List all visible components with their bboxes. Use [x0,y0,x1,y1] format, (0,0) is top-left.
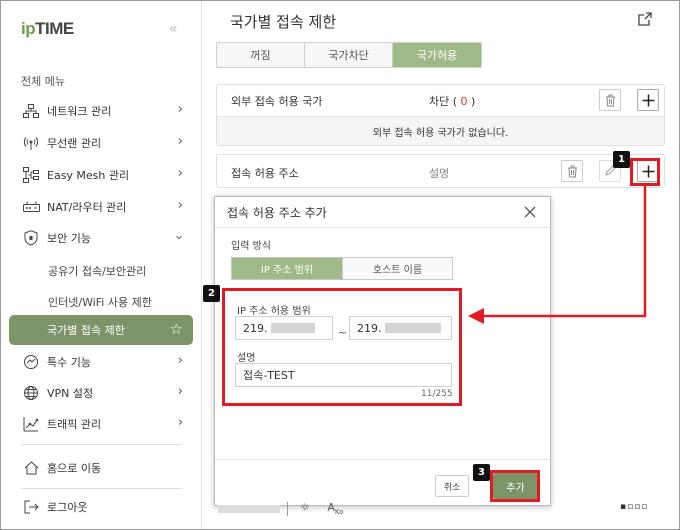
page-title: 국가별 접속 제한 [230,13,337,31]
sidebar-item-vpn[interactable]: VPN 설정 › [9,379,193,407]
mesh-icon [21,166,41,184]
home-label: 홈으로 이동 [47,462,102,475]
sidebar-item-label: 무선랜 관리 [47,137,102,150]
wireless-icon [21,134,41,152]
allowed-countries-panel: 외부 접속 허용 국가 차단 ( 0 ) 외부 접속 허용 국가가 없습니다. [216,84,665,146]
home-icon [21,459,41,477]
allowed-countries-label: 외부 접속 허용 국가 [231,94,323,108]
chevron-down-icon: › [170,234,186,241]
dialog-footer-divider [215,459,550,460]
sidebar-item-easymesh[interactable]: Easy Mesh 관리 › [9,161,193,189]
traffic-icon [21,415,41,433]
vpn-icon [21,384,41,402]
sidebar-item-label: 트래픽 관리 [47,418,102,431]
blocked-count: 0 [460,94,468,108]
divider [287,502,288,516]
sidebar-item-label: VPN 설정 [47,387,94,400]
step-badge-3: 3 [473,464,490,481]
step-badge-2: 2 [203,285,220,302]
cancel-button[interactable]: 취소 [435,475,469,497]
chevron-right-icon: › [177,198,183,213]
sidebar-subitem-router-access[interactable]: 공유기 접속/보안관리 [48,263,146,279]
router-icon [21,198,41,216]
divider [21,488,181,489]
divider [21,444,181,445]
redacted-status [218,505,280,513]
menu-heading: 전체 메뉴 [21,75,65,88]
empty-message: 외부 접속 허용 국가가 없습니다. [217,117,664,145]
shield-icon [21,229,41,247]
special-icon [21,353,41,371]
sidebar-item-label: 네트워크 관리 [47,105,112,118]
method-hostname[interactable]: 호스트 이름 [342,258,452,279]
annotation-arrow [468,186,647,324]
sidebar-item-nat[interactable]: NAT/라우터 관리 › [9,193,193,221]
sidebar-item-wireless[interactable]: 무선랜 관리 › [9,129,193,157]
mode-tabs: 꺼짐 국가차단 국가허용 [216,42,482,68]
iptime-logo: ipTIME [21,19,74,38]
logout-label: 로그아웃 [47,501,88,514]
add-country-button[interactable] [637,89,659,111]
chevron-right-icon: › [177,134,183,149]
sidebar-item-traffic[interactable]: 트래픽 관리 › [9,410,193,438]
chevron-right-icon: › [177,166,183,181]
status-icons: ☼ AKo [300,501,343,516]
star-icon[interactable]: ☆ [170,320,183,338]
logout-icon [21,498,41,516]
input-method-toggle: IP 주소 범위 호스트 이름 [231,257,453,280]
input-method-label: 입력 방식 [231,241,271,252]
tab-country-allow[interactable]: 국가허용 [393,43,481,67]
panel-header: 외부 접속 허용 국가 차단 ( 0 ) [217,85,664,117]
chevron-right-icon: › [177,415,183,430]
export-icon[interactable] [638,12,652,29]
sidebar-item-label: NAT/라우터 관리 [47,201,127,214]
language-icon[interactable]: AKo [327,501,343,516]
collapse-sidebar-button[interactable]: « [169,21,178,37]
tab-off[interactable]: 꺼짐 [217,43,305,67]
description-column-header: 설명 [429,167,450,180]
tab-country-block[interactable]: 국가차단 [305,43,393,67]
chevron-right-icon: › [177,384,183,399]
sidebar-item-label: Easy Mesh 관리 [47,169,130,182]
sidebar-item-special[interactable]: 특수 기능 › [9,348,193,376]
sidebar-subitem-country-restriction[interactable]: 국가별 접속 제한 ☆ [9,315,193,345]
sidebar-subitem-internet-limit[interactable]: 인터넷/WiFi 사용 제한 [48,294,152,310]
sidebar-item-logout[interactable]: 로그아웃 [9,493,193,521]
layout-toggle-icon[interactable]: ▪▫▫▫ [620,502,648,512]
sidebar: ipTIME « 전체 메뉴 네트워크 관리 › 무선랜 관리 › Easy M… [1,1,202,529]
network-icon [21,102,41,120]
sidebar-item-home[interactable]: 홈으로 이동 [9,454,193,482]
allowed-addresses-label: 접속 허용 주소 [231,167,299,180]
brightness-icon[interactable]: ☼ [300,501,310,514]
method-ip-range[interactable]: IP 주소 범위 [232,258,342,279]
delete-country-button[interactable] [599,89,621,111]
step-badge-1: 1 [613,151,630,168]
sidebar-item-label: 국가별 접속 제한 [47,324,125,337]
block-status: 차단 ( 0 ) [429,94,476,108]
highlight-form-fields [222,288,462,406]
sidebar-item-security[interactable]: 보안 기능 › [9,224,193,252]
chevron-right-icon: › [177,353,183,368]
sidebar-item-label: 보안 기능 [47,232,91,245]
sidebar-item-network[interactable]: 네트워크 관리 › [9,97,193,125]
chevron-right-icon: › [177,102,183,117]
highlight-add-button [490,470,540,502]
sidebar-item-label: 특수 기능 [47,356,91,369]
